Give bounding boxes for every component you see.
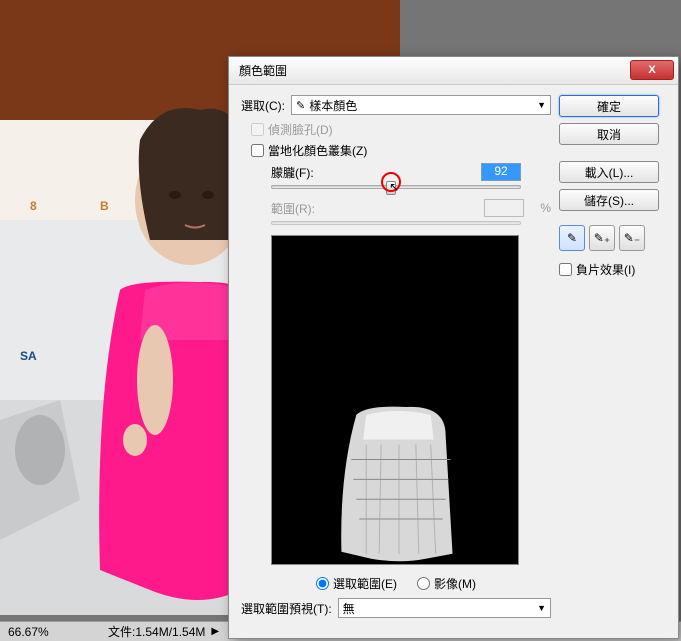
preview-value: 無: [343, 600, 355, 617]
eyedropper-sample-button[interactable]: ✎: [559, 225, 585, 251]
range-label: 範圍(R):: [271, 200, 331, 217]
ok-button[interactable]: 確定: [559, 95, 659, 117]
file-info-arrow-icon[interactable]: ▶: [211, 626, 219, 637]
detect-faces-checkbox: [251, 123, 264, 136]
preview-dropdown[interactable]: 無 ▼: [338, 598, 551, 618]
close-button[interactable]: X: [630, 60, 674, 80]
dialog-titlebar[interactable]: 顏色範圍 X: [229, 57, 678, 85]
range-input: [484, 199, 524, 217]
eyedropper-icon: ✎: [296, 99, 305, 112]
zoom-level[interactable]: 66.67%: [8, 625, 88, 639]
svg-text:SA: SA: [20, 349, 37, 363]
localized-clusters-label: 當地化顏色叢集(Z): [268, 142, 367, 159]
preview-box[interactable]: [271, 235, 519, 565]
close-icon: X: [648, 64, 655, 76]
select-dropdown[interactable]: ✎ 樣本顏色 ▼: [291, 95, 551, 115]
load-button[interactable]: 載入(L)...: [559, 161, 659, 183]
invert-checkbox[interactable]: [559, 263, 572, 276]
fuzziness-input[interactable]: 92: [481, 163, 521, 181]
image-radio[interactable]: [417, 577, 430, 590]
fuzziness-slider[interactable]: ↖: [271, 185, 521, 189]
eyedropper-subtract-button[interactable]: ✎₋: [619, 225, 645, 251]
dialog-title: 顏色範圍: [239, 62, 287, 79]
invert-label: 負片效果(I): [576, 261, 635, 278]
chevron-down-icon: ▼: [537, 100, 546, 110]
file-size: 1.54M/1.54M: [135, 625, 205, 639]
chevron-down-icon: ▼: [537, 603, 546, 613]
selection-radio-label: 選取範圍(E): [333, 575, 397, 592]
svg-text:8: 8: [30, 199, 37, 213]
select-label: 選取(C):: [241, 97, 285, 114]
save-button[interactable]: 儲存(S)...: [559, 189, 659, 211]
image-radio-label: 影像(M): [434, 575, 476, 592]
fuzziness-slider-thumb[interactable]: [386, 181, 396, 195]
selection-radio-item[interactable]: 選取範圍(E): [316, 575, 397, 592]
cancel-button[interactable]: 取消: [559, 123, 659, 145]
range-percent: %: [540, 201, 551, 215]
fuzziness-label: 朦朧(F):: [271, 164, 331, 181]
select-value: 樣本顏色: [309, 97, 357, 114]
eyedropper-icon: ✎: [567, 231, 577, 245]
detect-faces-label: 偵測臉孔(D): [268, 121, 333, 138]
svg-text:B: B: [100, 199, 109, 213]
eyedropper-minus-icon: ✎₋: [624, 231, 640, 245]
eyedropper-add-button[interactable]: ✎₊: [589, 225, 615, 251]
preview-label: 選取範圍預視(T):: [241, 600, 332, 617]
color-range-dialog: 顏色範圍 X 選取(C): ✎ 樣本顏色 ▼ 偵測臉孔(D) 當地化顏色叢集: [228, 56, 679, 639]
eyedropper-plus-icon: ✎₊: [594, 231, 610, 245]
localized-clusters-checkbox[interactable]: [251, 144, 264, 157]
file-info-label: 文件:: [108, 623, 135, 640]
selection-radio[interactable]: [316, 577, 329, 590]
image-radio-item[interactable]: 影像(M): [417, 575, 476, 592]
range-slider: [271, 221, 521, 225]
